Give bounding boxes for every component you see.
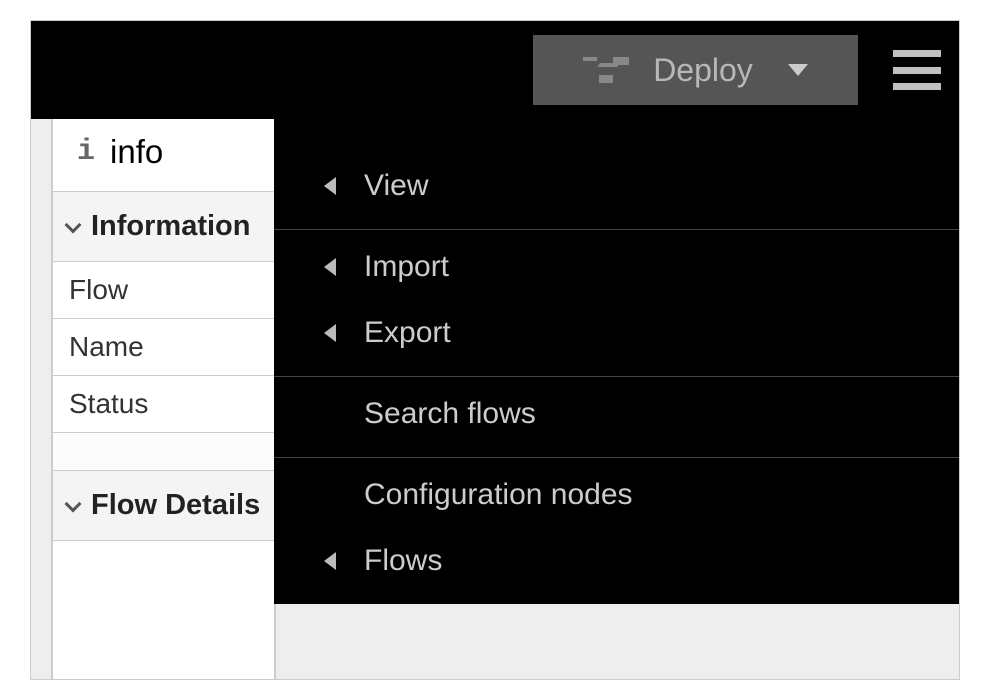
info-row-status: Status — [53, 376, 274, 433]
menu-item-label: Configuration nodes — [364, 478, 633, 512]
menu-item-configuration-nodes[interactable]: Configuration nodes — [274, 462, 959, 528]
menu-group: Configuration nodes Flows — [274, 458, 959, 604]
caret-left-icon — [324, 324, 336, 342]
left-gutter — [31, 119, 51, 679]
info-tab-label: info — [110, 133, 163, 171]
menu-item-label: View — [364, 169, 428, 203]
deploy-label: Deploy — [653, 52, 753, 89]
deploy-icon — [583, 53, 633, 87]
info-tab[interactable]: i info — [53, 119, 274, 192]
info-row-name: Name — [53, 319, 274, 376]
caret-down-icon — [788, 64, 808, 76]
menu-item-import[interactable]: Import — [274, 234, 959, 300]
menu-item-export[interactable]: Export — [274, 300, 959, 366]
menu-item-view[interactable]: View — [274, 153, 959, 219]
hamburger-menu-button[interactable] — [893, 50, 941, 90]
section-title: Flow Details — [91, 489, 260, 522]
chevron-down-icon — [65, 495, 82, 512]
info-spacer — [53, 433, 274, 471]
section-header-flow-details[interactable]: Flow Details — [53, 471, 274, 541]
info-icon: i — [77, 135, 95, 169]
info-panel: i info Information Flow Name Status Flow… — [51, 119, 276, 679]
menu-item-label: Export — [364, 316, 451, 350]
caret-left-icon — [324, 258, 336, 276]
menu-group: Import Export — [274, 230, 959, 377]
menu-item-label: Import — [364, 250, 449, 284]
dropdown-menu: View Import Export Search flows Configur… — [274, 119, 959, 604]
info-row-flow: Flow — [53, 262, 274, 319]
menu-item-label: Search flows — [364, 397, 536, 431]
deploy-button[interactable]: Deploy — [533, 35, 858, 105]
caret-left-icon — [324, 177, 336, 195]
section-header-information[interactable]: Information — [53, 192, 274, 262]
menu-item-label: Flows — [364, 544, 442, 578]
header-bar: Deploy — [31, 21, 959, 119]
menu-group: View — [274, 149, 959, 230]
menu-item-search-flows[interactable]: Search flows — [274, 381, 959, 447]
chevron-down-icon — [65, 216, 82, 233]
caret-left-icon — [324, 552, 336, 570]
section-title: Information — [91, 210, 251, 243]
menu-item-flows[interactable]: Flows — [274, 528, 959, 594]
menu-group: Search flows — [274, 377, 959, 458]
app-container: Deploy i info Information Flow Name Stat… — [30, 20, 960, 680]
